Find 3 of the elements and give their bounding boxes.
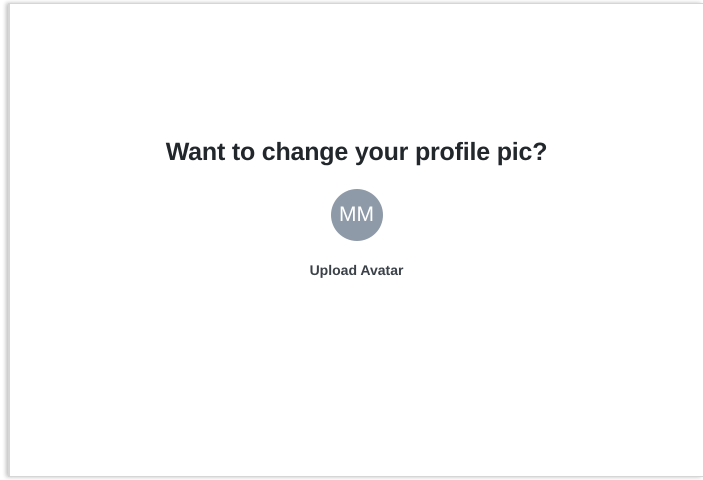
avatar: MM	[330, 189, 382, 241]
page-heading: Want to change your profile pic?	[166, 137, 548, 168]
upload-avatar-button[interactable]: Upload Avatar	[306, 260, 408, 281]
